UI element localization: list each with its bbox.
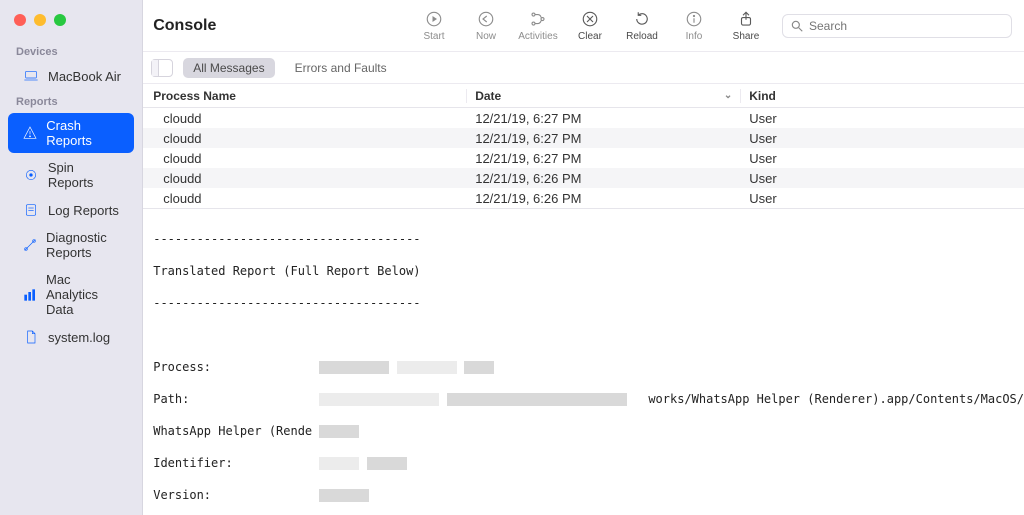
sidebar-item-label: Diagnostic Reports [46, 230, 122, 260]
filter-all-messages[interactable]: All Messages [183, 58, 274, 78]
search-field-wrap [782, 14, 1012, 38]
sidebar-item-diagnostic-reports[interactable]: Diagnostic Reports [8, 225, 134, 265]
zoom-window-button[interactable] [54, 14, 66, 26]
activities-button[interactable]: Activities [512, 9, 564, 42]
table-row[interactable]: cloudd 12/21/19, 6:27 PM User [143, 108, 1024, 128]
sidebar-toggle-button[interactable] [151, 59, 173, 77]
toolbar-label: Share [733, 31, 760, 42]
chevron-down-icon: ⌄ [724, 90, 732, 101]
filter-bar: All Messages Errors and Faults [143, 52, 1024, 84]
report-detail[interactable]: ------------------------------------- Tr… [143, 208, 1024, 515]
laptop-icon [22, 68, 40, 84]
window-title: Console [151, 17, 240, 35]
filter-errors-faults[interactable]: Errors and Faults [285, 58, 397, 78]
table-body: cloudd 12/21/19, 6:27 PM User cloudd 12/… [143, 108, 1024, 208]
sidebar-item-crash-reports[interactable]: Crash Reports [8, 113, 134, 153]
file-icon [22, 329, 40, 345]
sidebar-item-label: system.log [48, 330, 110, 345]
toolbar-label: Reload [626, 31, 658, 42]
cell-kind: User [741, 171, 1024, 186]
branch-icon [527, 9, 549, 29]
info-icon [683, 9, 705, 29]
log-icon [22, 202, 40, 218]
label-version: Version: [153, 488, 211, 502]
toolbar-label: Activities [518, 31, 557, 42]
cell-process: cloudd [143, 191, 467, 206]
back-icon [475, 9, 497, 29]
minimize-window-button[interactable] [34, 14, 46, 26]
cell-date: 12/21/19, 6:27 PM [467, 131, 741, 146]
info-button[interactable]: Info [668, 9, 720, 42]
table-row[interactable]: cloudd 12/21/19, 6:26 PM User [143, 168, 1024, 188]
share-button[interactable]: Share [720, 9, 772, 42]
sidebar-section-devices: Devices [0, 40, 142, 62]
sidebar-item-label: Crash Reports [46, 118, 122, 148]
sidebar-section-reports: Reports [0, 90, 142, 112]
cell-process: cloudd [143, 151, 467, 166]
cell-process: cloudd [143, 131, 467, 146]
sidebar-item-macbook-air[interactable]: MacBook Air [8, 63, 134, 89]
sidebar-item-mac-analytics[interactable]: Mac Analytics Data [8, 267, 134, 322]
table-row[interactable]: cloudd 12/21/19, 6:27 PM User [143, 148, 1024, 168]
detail-divider: ------------------------------------- [153, 295, 1024, 311]
label-path: Path: [153, 392, 189, 406]
sidebar-item-system-log[interactable]: system.log [8, 324, 134, 350]
start-button[interactable]: Start [408, 9, 460, 42]
column-kind[interactable]: Kind [741, 89, 1024, 103]
table-row[interactable]: cloudd 12/21/19, 6:27 PM User [143, 128, 1024, 148]
column-date[interactable]: Date ⌄ [467, 89, 741, 103]
cell-date: 12/21/19, 6:27 PM [467, 111, 741, 126]
reload-button[interactable]: Reload [616, 9, 668, 42]
clear-icon [579, 9, 601, 29]
toolbar-label: Info [686, 31, 703, 42]
main-panel: Console Start Now Activities Clear Reloa… [143, 0, 1024, 515]
share-icon [735, 9, 757, 29]
sidebar: Devices MacBook Air Reports Crash Report… [0, 0, 143, 515]
column-date-label: Date [475, 89, 501, 103]
cell-kind: User [741, 111, 1024, 126]
toolbar-label: Start [423, 31, 444, 42]
label-process: Process: [153, 360, 211, 374]
cell-date: 12/21/19, 6:27 PM [467, 151, 741, 166]
search-input[interactable] [782, 14, 1012, 38]
sidebar-item-label: Log Reports [48, 203, 119, 218]
cell-kind: User [741, 191, 1024, 206]
toolbar: Console Start Now Activities Clear Reloa… [143, 0, 1024, 52]
toolbar-label: Now [476, 31, 496, 42]
label-path-cont: WhatsApp Helper (Rende [153, 424, 312, 438]
cell-date: 12/21/19, 6:26 PM [467, 191, 741, 206]
sidebar-item-label: Spin Reports [48, 160, 122, 190]
cell-kind: User [741, 131, 1024, 146]
tools-icon [22, 237, 38, 253]
detail-divider: ------------------------------------- [153, 231, 1024, 247]
search-icon [790, 19, 804, 33]
path-tail: works/WhatsApp Helper (Renderer).app/Con… [648, 392, 1024, 406]
label-identifier: Identifier: [153, 456, 232, 470]
cell-kind: User [741, 151, 1024, 166]
sidebar-item-spin-reports[interactable]: Spin Reports [8, 155, 134, 195]
sidebar-item-log-reports[interactable]: Log Reports [8, 197, 134, 223]
clear-button[interactable]: Clear [564, 9, 616, 42]
cell-process: cloudd [143, 111, 467, 126]
cell-process: cloudd [143, 171, 467, 186]
play-icon [423, 9, 445, 29]
detail-title: Translated Report (Full Report Below) [153, 263, 1024, 279]
spin-icon [22, 167, 40, 183]
toolbar-label: Clear [578, 31, 602, 42]
chart-icon [22, 287, 38, 303]
now-button[interactable]: Now [460, 9, 512, 42]
cell-date: 12/21/19, 6:26 PM [467, 171, 741, 186]
reload-icon [631, 9, 653, 29]
close-window-button[interactable] [14, 14, 26, 26]
table-header: Process Name Date ⌄ Kind [143, 84, 1024, 108]
alert-icon [22, 125, 38, 141]
sidebar-item-label: Mac Analytics Data [46, 272, 122, 317]
sidebar-item-label: MacBook Air [48, 69, 121, 84]
traffic-lights [0, 8, 142, 40]
table-row[interactable]: cloudd 12/21/19, 6:26 PM User [143, 188, 1024, 208]
column-process-name[interactable]: Process Name [143, 89, 467, 103]
